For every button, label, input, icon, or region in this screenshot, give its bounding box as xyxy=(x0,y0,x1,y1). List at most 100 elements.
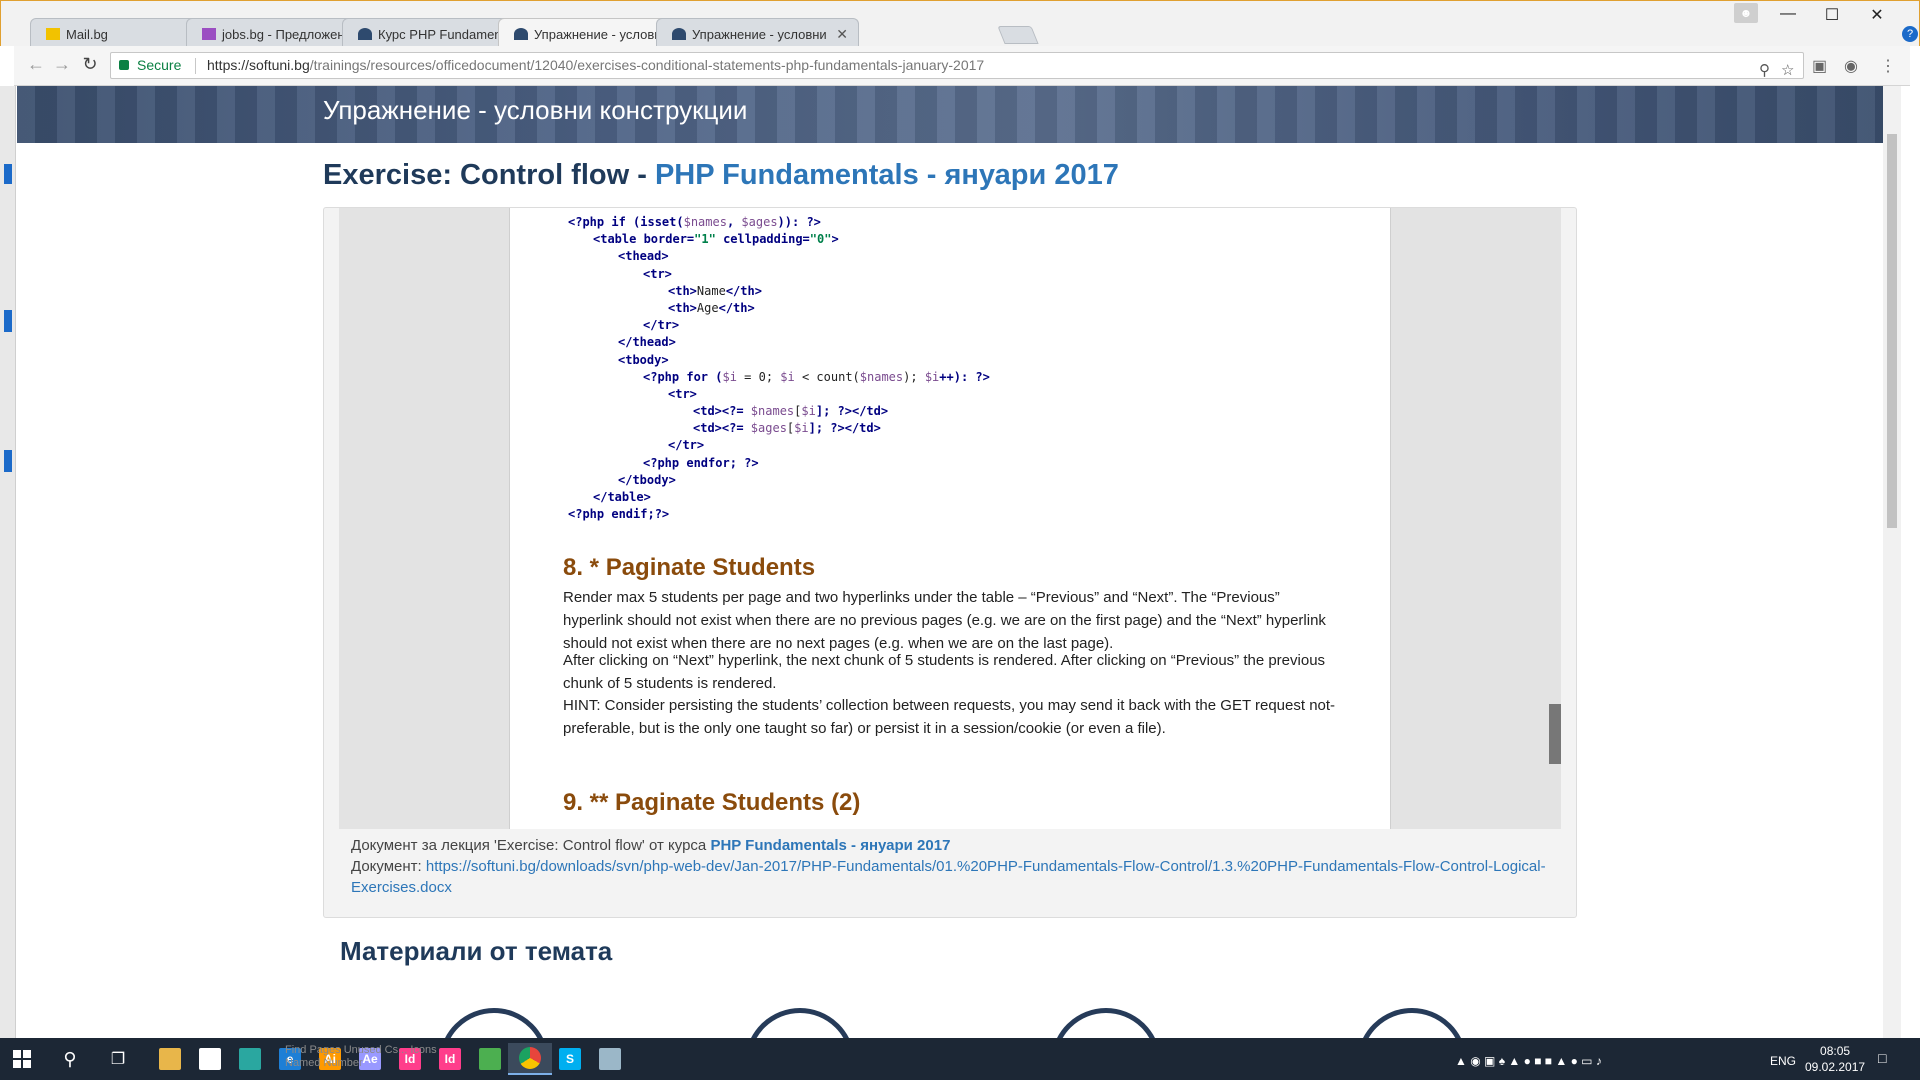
code-token: </table> xyxy=(593,490,651,504)
document-viewer[interactable]: <?php if (isset($names, $ages)): ?> <tabl… xyxy=(339,208,1561,829)
clock-time: 08:05 xyxy=(1820,1044,1851,1058)
code-token: <?php if xyxy=(568,215,634,229)
materials-heading: Материали от темата xyxy=(340,936,613,966)
code-token: < count( xyxy=(794,369,860,384)
reload-icon[interactable]: ↻ xyxy=(78,54,102,75)
code-token: <th> xyxy=(668,300,697,315)
code-token: $names xyxy=(859,369,904,384)
maximize-icon[interactable]: ☐ xyxy=(1812,5,1852,25)
code-token: </thead> xyxy=(618,335,676,350)
code-token: $names xyxy=(683,215,727,229)
taskbar-app[interactable] xyxy=(588,1043,632,1075)
material-icon[interactable] xyxy=(1357,1008,1467,1038)
notifications-icon[interactable]: □ xyxy=(1878,1050,1886,1066)
code-token: <tr> xyxy=(668,386,697,401)
menu-icon[interactable]: ⋮ xyxy=(1880,56,1896,76)
taskbar-app[interactable]: S xyxy=(548,1043,592,1075)
code-token: <?php for xyxy=(643,369,716,384)
caption-line-2: Документ: https://softuni.bg/downloads/s… xyxy=(351,856,1561,898)
code-token: $names xyxy=(750,404,795,419)
code-token: ]; ?></td> xyxy=(815,404,889,419)
zoom-icon[interactable]: ⚲ xyxy=(1759,58,1770,83)
code-token: <?php endif;?> xyxy=(568,507,670,522)
code-line: <?php endfor; ?> xyxy=(568,455,990,472)
code-line: </tbody> xyxy=(568,472,990,489)
material-icon[interactable] xyxy=(1051,1008,1161,1038)
heading-paginate-students-2: 9. ** Paginate Students (2) xyxy=(563,789,861,816)
page-scrollbar[interactable] xyxy=(1883,86,1901,1038)
caption-line-1: Документ за лекция 'Exercise: Control fl… xyxy=(351,835,1561,856)
close-icon[interactable]: ✕ xyxy=(836,26,848,43)
taskbar-app[interactable] xyxy=(228,1043,272,1075)
bookmark-star-icon[interactable]: ☆ xyxy=(1781,58,1794,83)
page-scrollbar-thumb[interactable] xyxy=(1887,134,1897,528)
code-token: </th> xyxy=(718,300,755,315)
task-view-icon: ❐ xyxy=(110,1051,126,1068)
ghost-label: Find Pages Unused Cs... Icons Named Numb… xyxy=(285,1044,545,1070)
extension-2-icon[interactable]: ◉ xyxy=(1844,56,1858,76)
code-line: <thead> xyxy=(568,248,990,265)
caption-doc-label: Документ: xyxy=(351,858,422,875)
code-token: $i xyxy=(801,404,816,419)
address-bar[interactable]: Secure https://softuni.bg/trainings/reso… xyxy=(110,52,1804,79)
taskbar-app[interactable] xyxy=(188,1043,232,1075)
tray-icons[interactable]: ▲ ◉ ▣ ♠ ▲ ● ■ ■ ▲ ● ▭ ♪ xyxy=(1455,1054,1602,1068)
taskbar-app[interactable] xyxy=(148,1043,192,1075)
material-icon[interactable] xyxy=(439,1008,549,1038)
code-token: $ages xyxy=(741,215,778,229)
clock[interactable]: 08:05 09.02.2017 xyxy=(1805,1043,1865,1075)
windows-icon xyxy=(13,1050,31,1068)
search-button[interactable]: ⚲ xyxy=(48,1043,92,1075)
document-caption: Документ за лекция 'Exercise: Control fl… xyxy=(351,835,1561,898)
tab-strip: Mail.bg ✕ jobs.bg - Предложения ✕ Курс P… xyxy=(0,0,1920,48)
code-line: <table border="1" cellpadding="0"> xyxy=(568,231,990,248)
close-window-icon[interactable]: ✕ xyxy=(1857,5,1897,25)
code-line: <th>Name</th> xyxy=(568,283,990,300)
paragraph: Render max 5 students per page and two h… xyxy=(563,589,1326,652)
language-indicator[interactable]: ENG xyxy=(1770,1054,1796,1068)
edge-marker xyxy=(4,450,12,472)
code-token: </tbody> xyxy=(618,472,676,487)
code-token: (isset( xyxy=(633,215,684,229)
code-line: <?php for ($i = 0; $i < count($names); $… xyxy=(568,369,990,386)
paragraph: HINT: Consider persisting the students’ … xyxy=(563,697,1336,737)
edge-marker xyxy=(4,164,12,184)
page-title: Exercise: Control flow - PHP Fundamental… xyxy=(323,159,1119,192)
viewer-scrollbar-thumb[interactable] xyxy=(1549,704,1561,764)
softuni-favicon-icon xyxy=(672,28,686,40)
new-tab-button[interactable] xyxy=(997,26,1039,44)
code-line: </tr> xyxy=(568,437,990,454)
extension-icon[interactable]: ▣ xyxy=(1812,56,1827,76)
screen: Mail.bg ✕ jobs.bg - Предложения ✕ Курс P… xyxy=(0,0,1920,1080)
document-download-link[interactable]: https://softuni.bg/downloads/svn/php-web… xyxy=(351,858,1546,896)
course-link[interactable]: PHP Fundamentals - януари 2017 xyxy=(710,837,950,854)
code-token: cellpadding= xyxy=(715,232,810,247)
code-line: </thead> xyxy=(568,334,990,351)
code-token: <thead> xyxy=(618,249,669,264)
course-link[interactable]: PHP Fundamentals - януари 2017 xyxy=(655,159,1119,191)
ghost-text: Named Number xyxy=(285,1057,363,1069)
page-title-prefix: Exercise: Control flow - xyxy=(323,159,647,191)
divider xyxy=(195,58,196,74)
tab-exercise-2[interactable]: Упражнение - условни ✕ xyxy=(656,18,859,47)
back-icon[interactable]: ← xyxy=(24,54,48,75)
code-token: "1" xyxy=(694,232,716,247)
lock-icon xyxy=(119,60,129,70)
code-line: <?php endif;?> xyxy=(568,506,990,523)
code-line: </table> xyxy=(568,489,990,506)
paragraph: After clicking on “Next” hyperlink, the … xyxy=(563,652,1326,692)
minimize-icon[interactable]: — xyxy=(1768,5,1808,23)
url-host: https://softuni.bg xyxy=(207,57,310,73)
code-line: <td><?= $ages[$i]; ?></td> xyxy=(568,420,990,437)
forward-icon[interactable]: → xyxy=(50,54,74,75)
code-token: = 0; xyxy=(736,369,781,384)
task-view-button[interactable]: ❐ xyxy=(96,1043,140,1075)
search-icon: ⚲ xyxy=(63,1048,77,1069)
help-icon[interactable]: ? xyxy=(1902,26,1918,42)
app-icon xyxy=(239,1048,261,1070)
code-token: <th> xyxy=(668,283,697,298)
profile-icon[interactable]: ☻ xyxy=(1734,3,1758,23)
tab-label: Упражнение - условни xyxy=(534,27,669,42)
start-button[interactable] xyxy=(0,1043,44,1075)
material-icon[interactable] xyxy=(745,1008,855,1038)
